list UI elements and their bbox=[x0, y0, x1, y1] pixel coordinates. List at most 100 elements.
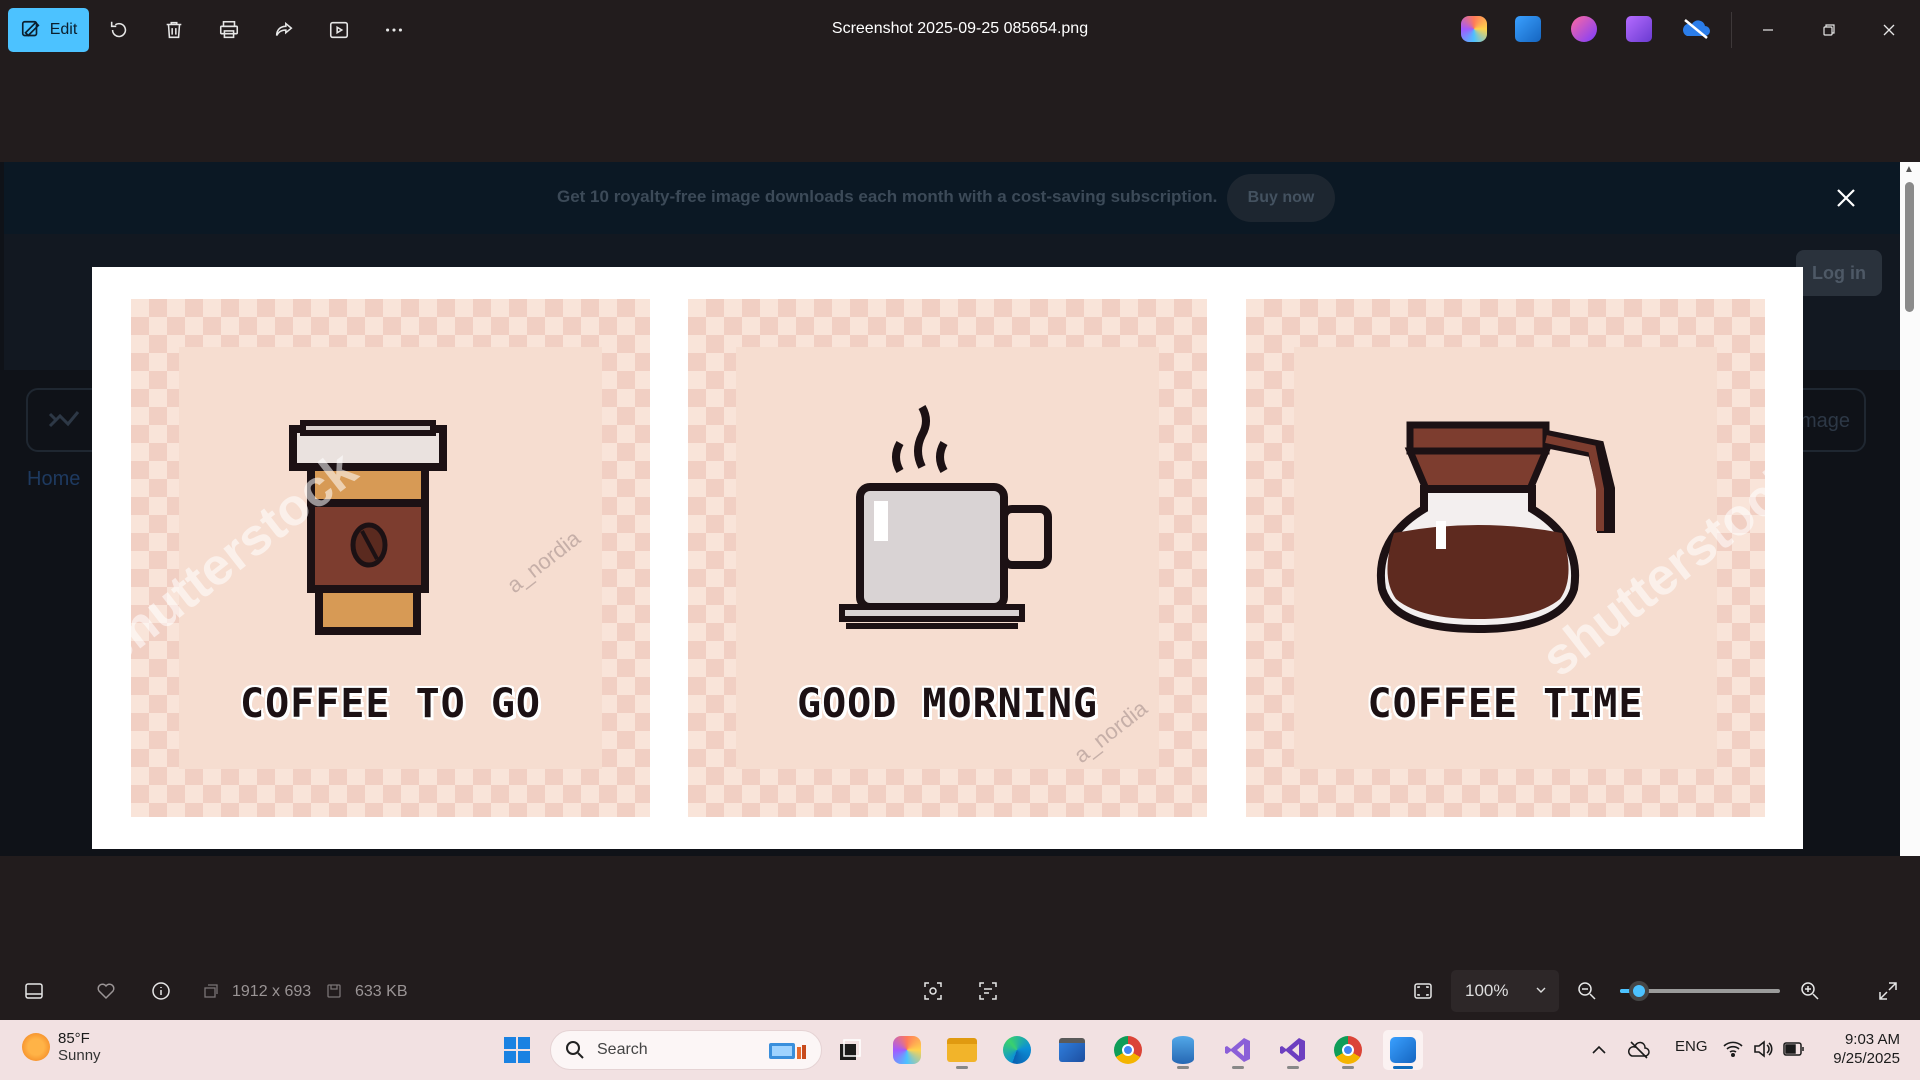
photos-icon bbox=[1390, 1037, 1416, 1063]
image-canvas[interactable]: Get 10 royalty-free image downloads each… bbox=[0, 162, 1920, 856]
search-image-label: mage bbox=[1800, 410, 1851, 432]
close-icon bbox=[1837, 189, 1855, 207]
text-scan-icon bbox=[979, 982, 997, 1000]
filmstrip-button[interactable] bbox=[17, 974, 51, 1008]
full-screen-button[interactable] bbox=[1871, 974, 1905, 1008]
edge-icon bbox=[1003, 1036, 1031, 1064]
banner-close-button bbox=[1828, 180, 1864, 216]
search-placeholder: Search bbox=[597, 1041, 648, 1058]
taskbar-chrome-profile[interactable] bbox=[1328, 1030, 1368, 1070]
task-view-button[interactable] bbox=[830, 1030, 870, 1070]
task-view-icon bbox=[840, 1039, 861, 1060]
sunny-weather-icon bbox=[22, 1033, 50, 1061]
more-button[interactable] bbox=[376, 12, 412, 48]
expand-icon bbox=[1879, 982, 1897, 1000]
volume-icon[interactable] bbox=[1753, 1040, 1773, 1058]
minimize-button[interactable] bbox=[1745, 12, 1791, 48]
running-indicator bbox=[1232, 1066, 1244, 1069]
rotate-icon bbox=[110, 21, 127, 38]
edit-button[interactable]: Edit bbox=[8, 8, 89, 52]
chevron-up-icon[interactable] bbox=[1591, 1042, 1607, 1058]
fit-to-window-button[interactable] bbox=[1406, 974, 1440, 1008]
taskbar-photos[interactable] bbox=[1383, 1030, 1423, 1070]
input-language[interactable]: ENG bbox=[1675, 1038, 1708, 1055]
zoom-level-value: 100% bbox=[1465, 981, 1509, 1000]
image-dimensions: 1912 x 693 bbox=[232, 983, 312, 1000]
taskbar-chrome[interactable] bbox=[1108, 1030, 1148, 1070]
onedrive-offline-icon[interactable] bbox=[1628, 1040, 1650, 1060]
taskbar-copilot[interactable] bbox=[887, 1030, 927, 1070]
taskbar-clock[interactable]: 9:03 AM 9/25/2025 bbox=[1800, 1030, 1900, 1068]
panel-coffee-to-go: COFFEE TO GO shutterstock a_nordia bbox=[131, 299, 650, 817]
taskbar-store[interactable] bbox=[1052, 1030, 1092, 1070]
pen-tool-icon bbox=[48, 411, 80, 428]
buy-now-button: Buy now bbox=[1227, 174, 1335, 222]
viewer-status-bar: 1912 x 693 633 KB 100% bbox=[0, 962, 1920, 1020]
windows-taskbar: 85°F Sunny Search ENG 9:03 AM 9/25/2025 bbox=[0, 1020, 1920, 1080]
edit-image-icon bbox=[21, 20, 40, 37]
chevron-down-icon bbox=[1536, 987, 1546, 993]
taskbar-edge[interactable] bbox=[997, 1030, 1037, 1070]
taskbar-visual-studio-2[interactable] bbox=[1273, 1030, 1313, 1070]
file-size-icon bbox=[327, 984, 341, 998]
onedrive-offline-icon[interactable] bbox=[1681, 16, 1711, 42]
running-indicator bbox=[956, 1066, 968, 1069]
restore-icon bbox=[1823, 24, 1835, 36]
folder-icon bbox=[947, 1038, 977, 1062]
panel-coffee-time: COFFEE TIME shutterstock bbox=[1246, 299, 1765, 817]
taskbar-sql-app[interactable] bbox=[1163, 1030, 1203, 1070]
close-window-button[interactable] bbox=[1866, 12, 1912, 48]
start-button[interactable] bbox=[497, 1030, 537, 1070]
toolbar-separator bbox=[1731, 12, 1732, 48]
designer-icon[interactable] bbox=[1571, 16, 1597, 42]
favorite-button[interactable] bbox=[89, 974, 123, 1008]
top-toolbar: Edit Screenshot 2025-09-25 085654.png bbox=[0, 0, 1920, 60]
close-icon bbox=[1883, 24, 1895, 36]
file-info-button[interactable] bbox=[144, 974, 178, 1008]
weather-widget[interactable]: 85°F Sunny bbox=[22, 1030, 101, 1064]
wifi-icon[interactable] bbox=[1723, 1040, 1743, 1058]
extract-text-button[interactable] bbox=[971, 974, 1005, 1008]
minimize-icon bbox=[1763, 29, 1773, 31]
steaming-coffee-mug-icon bbox=[839, 405, 1052, 629]
slideshow-button[interactable] bbox=[321, 12, 357, 48]
zoom-slider-thumb[interactable] bbox=[1629, 981, 1650, 1001]
coffee-pot-icon bbox=[1377, 421, 1615, 634]
visual-studio-icon bbox=[1225, 1038, 1250, 1062]
running-indicator bbox=[1177, 1066, 1189, 1069]
promo-banner: Get 10 royalty-free image downloads each… bbox=[4, 162, 1900, 234]
visual-studio-icon bbox=[1280, 1038, 1305, 1062]
panel-good-morning: GOOD MORNING a_nordia bbox=[688, 299, 1207, 817]
share-icon bbox=[275, 21, 293, 36]
visual-search-button[interactable] bbox=[916, 974, 950, 1008]
delete-button[interactable] bbox=[156, 12, 192, 48]
photos-app-window: Edit Screenshot 2025-09-25 085654.png Ge… bbox=[0, 0, 1920, 1020]
photos-editor-icon[interactable] bbox=[1515, 16, 1541, 42]
restore-button[interactable] bbox=[1806, 12, 1852, 48]
coffee-image-preview: COFFEE TO GO shutterstock a_nordia GOOD … bbox=[92, 267, 1803, 849]
filmstrip-icon bbox=[25, 983, 43, 999]
chrome-icon bbox=[1114, 1036, 1142, 1064]
copilot-icon[interactable] bbox=[1461, 16, 1487, 42]
taskbar-visual-studio-1[interactable] bbox=[1218, 1030, 1258, 1070]
store-icon bbox=[1059, 1038, 1085, 1062]
zoom-level-dropdown[interactable]: 100% bbox=[1451, 970, 1559, 1012]
zoom-out-button[interactable] bbox=[1570, 974, 1604, 1008]
coffee-to-go-cup-icon bbox=[289, 420, 447, 635]
zoom-out-icon bbox=[1578, 982, 1596, 1000]
zoom-in-button[interactable] bbox=[1793, 974, 1827, 1008]
taskbar-search-box[interactable]: Search bbox=[550, 1030, 822, 1070]
share-button[interactable] bbox=[266, 12, 302, 48]
rotate-button[interactable] bbox=[101, 12, 137, 48]
more-icon bbox=[386, 28, 402, 32]
database-icon bbox=[1172, 1036, 1194, 1064]
print-button[interactable] bbox=[211, 12, 247, 48]
running-indicator bbox=[1287, 1066, 1299, 1069]
panel-title: COFFEE TO GO bbox=[240, 681, 541, 727]
dimensions-icon bbox=[204, 984, 218, 998]
delete-icon bbox=[166, 21, 182, 39]
search-icon bbox=[566, 1041, 584, 1059]
clipchamp-icon[interactable] bbox=[1626, 16, 1652, 42]
taskbar-file-explorer[interactable] bbox=[942, 1030, 982, 1070]
visual-search-icon bbox=[924, 982, 942, 1000]
